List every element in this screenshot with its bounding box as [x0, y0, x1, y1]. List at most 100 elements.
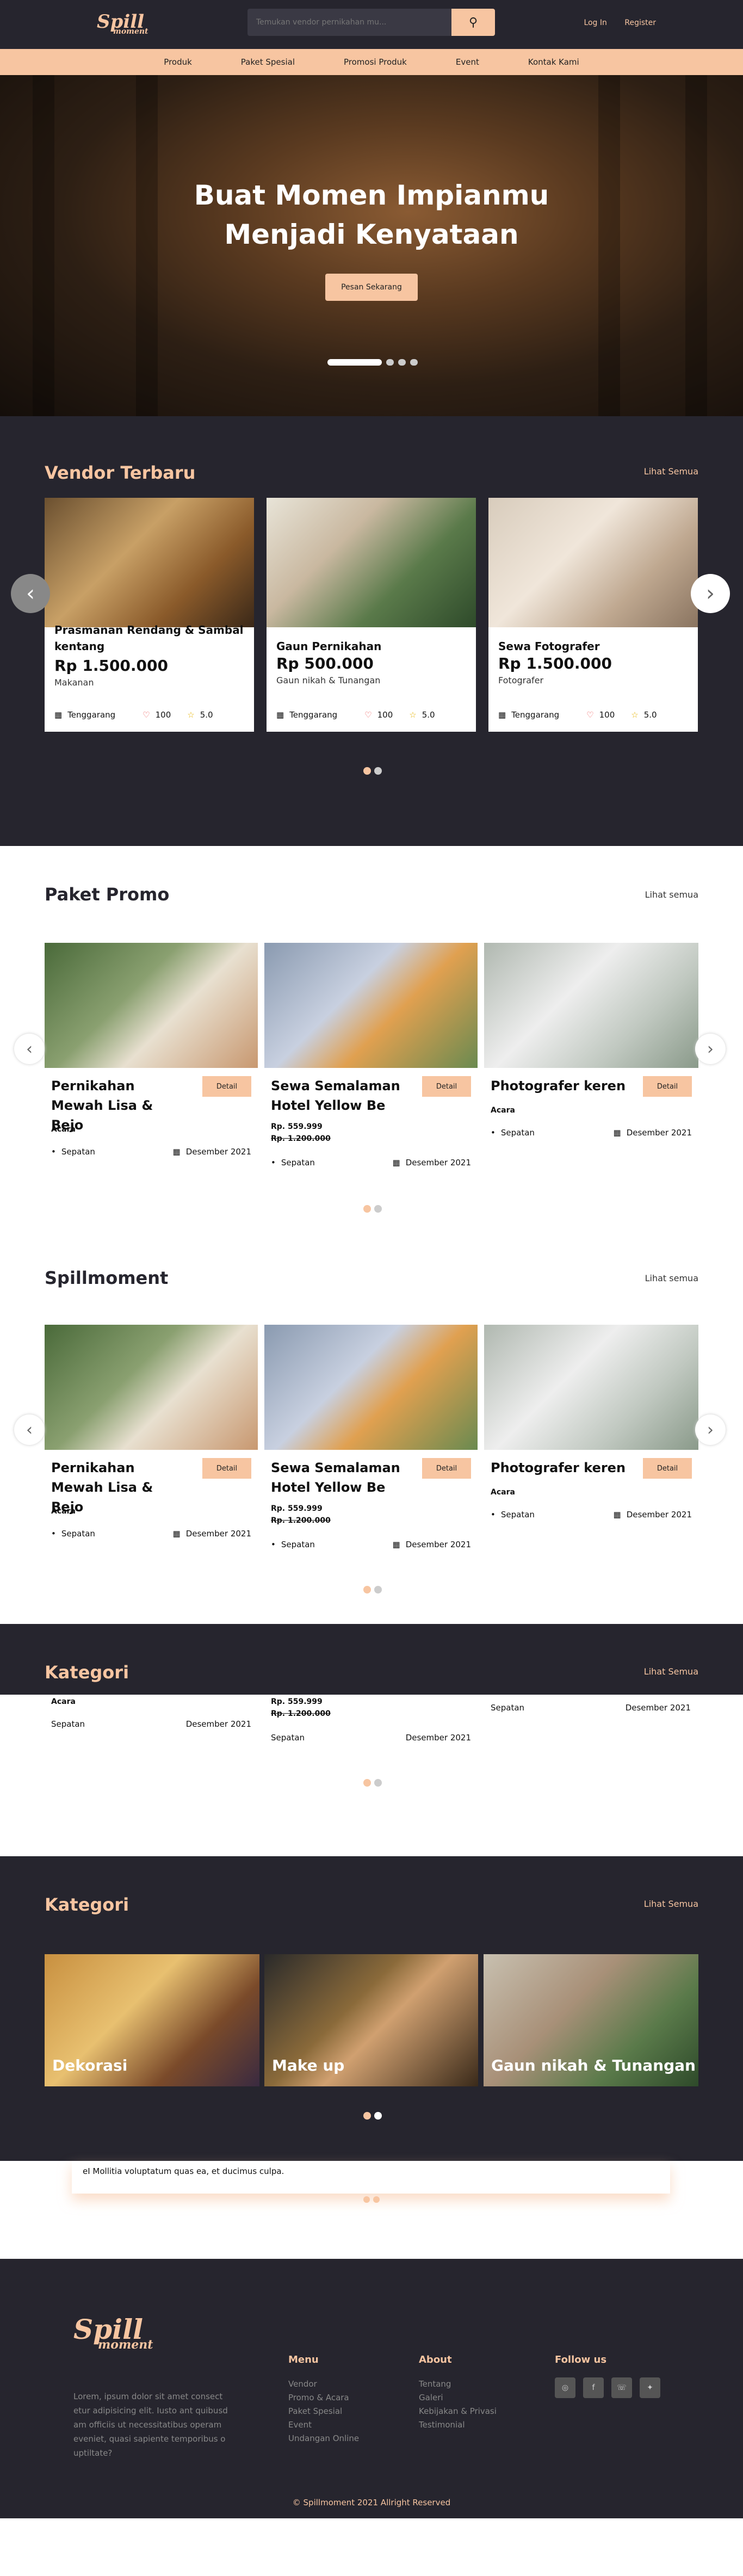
hero-carousel-dots — [327, 359, 418, 366]
carousel-dot[interactable] — [327, 359, 382, 366]
section-title: Paket Promo — [45, 884, 170, 905]
footer-link[interactable]: Promo & Acara — [288, 2391, 359, 2405]
footer-logo[interactable]: Spill moment — [73, 2313, 153, 2352]
vendor-section: Vendor Terbaru Lihat Semua Prasmanan Ren… — [0, 416, 743, 846]
carousel-dot[interactable] — [363, 2196, 370, 2203]
prev-arrow-button[interactable]: ‹ — [11, 574, 50, 613]
footer-link[interactable]: Undangan Online — [288, 2432, 359, 2445]
category-card-make-up[interactable]: Make up — [264, 1954, 478, 2086]
footer-link[interactable]: Tentang — [419, 2377, 497, 2391]
footer-link[interactable]: Event — [288, 2418, 359, 2432]
carousel-dot[interactable] — [374, 1586, 382, 1593]
see-all-link[interactable]: Lihat Semua — [644, 466, 698, 477]
next-arrow-button[interactable]: › — [695, 1414, 726, 1445]
detail-button[interactable]: Detail — [643, 1076, 692, 1097]
order-now-button[interactable]: Pesan Sekarang — [325, 274, 418, 301]
heart-icon[interactable]: ♡ — [586, 710, 593, 720]
calendar-icon: ▦ — [172, 1147, 181, 1157]
search-input[interactable] — [247, 9, 451, 36]
detail-button[interactable]: Detail — [422, 1076, 471, 1097]
nav-promosi-produk[interactable]: Promosi Produk — [344, 57, 407, 67]
vendor-card[interactable]: Sewa Fotografer Rp 1.500.000 Fotografer … — [488, 498, 698, 732]
promo-image — [264, 1325, 478, 1450]
logo-subtext: moment — [113, 27, 148, 36]
next-arrow-button[interactable]: › — [695, 1034, 726, 1064]
carousel-dots — [363, 1586, 382, 1593]
promo-card[interactable]: Photografer keren Detail Acara • Sepatan … — [484, 943, 698, 1138]
carousel-dots — [363, 2112, 382, 2120]
twitter-icon[interactable]: ✦ — [640, 2377, 660, 2398]
next-arrow-button[interactable]: › — [691, 574, 730, 613]
star-icon: ☆ — [409, 710, 417, 720]
building-icon: ▦ — [54, 710, 63, 720]
carousel-dot[interactable] — [363, 1205, 371, 1213]
login-link[interactable]: Log In — [584, 18, 606, 27]
location-icon: • — [271, 1158, 276, 1167]
footer-link[interactable]: Kebijakan & Privasi — [419, 2405, 497, 2418]
promo-card[interactable]: Sewa Semalaman Hotel Yellow Be Detail Rp… — [264, 943, 478, 1167]
heart-icon[interactable]: ♡ — [143, 710, 150, 720]
detail-button[interactable]: Detail — [643, 1458, 692, 1479]
carousel-dot[interactable] — [373, 2196, 380, 2203]
vendor-image — [45, 498, 254, 627]
nav-kontak-kami[interactable]: Kontak Kami — [528, 57, 579, 67]
detail-button[interactable]: Detail — [202, 1076, 251, 1097]
copyright: © Spillmoment 2021 Allright Reserved — [292, 2498, 451, 2507]
category-card-dekorasi[interactable]: Dekorasi — [45, 1954, 259, 2086]
carousel-dot[interactable] — [363, 2112, 371, 2120]
calendar-icon: ▦ — [613, 1128, 621, 1138]
facebook-icon[interactable]: f — [583, 2377, 604, 2398]
spillmoment-section: Spillmoment Lihat semua Pernikahan Mewah… — [0, 1262, 743, 1624]
whatsapp-icon[interactable]: ☏ — [611, 2377, 632, 2398]
see-all-link[interactable]: Lihat semua — [645, 1273, 698, 1283]
promo-card[interactable]: Pernikahan Mewah Lisa & Bejo Detail Acar… — [45, 943, 258, 1157]
promo-card[interactable]: Sewa Semalaman Hotel Yellow Be Detail Rp… — [264, 1325, 478, 1549]
nav-paket-spesial[interactable]: Paket Spesial — [241, 57, 295, 67]
search-button[interactable]: ⚲ — [451, 9, 495, 36]
carousel-dot[interactable] — [374, 767, 382, 775]
promo-card[interactable]: Photografer keren Detail Acara • Sepatan … — [484, 1325, 698, 1519]
carousel-dot[interactable] — [363, 1779, 371, 1787]
chevron-left-icon: ‹ — [26, 1420, 33, 1440]
footer-link[interactable]: Testimonial — [419, 2418, 497, 2432]
category-card-gaun-nikah[interactable]: Gaun nikah & Tunangan — [484, 1954, 698, 2086]
promo-image — [484, 1325, 698, 1450]
see-all-link[interactable]: Lihat Semua — [644, 1899, 698, 1909]
instagram-icon[interactable]: ◎ — [555, 2377, 575, 2398]
testimonial-section: eI Mollitia voluptatum quas ea, et ducim… — [0, 2161, 743, 2259]
detail-button[interactable]: Detail — [202, 1458, 251, 1479]
kategori-header-band: Kategori Lihat Semua — [0, 1624, 743, 1695]
footer-link[interactable]: Paket Spesial — [288, 2405, 359, 2418]
kategori-section: Kategori Lihat Semua Dekorasi Make up Ga… — [0, 1856, 743, 2161]
heart-icon[interactable]: ♡ — [364, 710, 371, 720]
carousel-dot[interactable] — [410, 359, 418, 366]
carousel-dot[interactable] — [374, 1779, 382, 1787]
building-icon: ▦ — [498, 710, 506, 720]
carousel-dot[interactable] — [363, 1586, 371, 1593]
logo[interactable]: Spill moment — [97, 11, 148, 36]
carousel-dot[interactable] — [363, 767, 371, 775]
footer-follow: Follow us ◎ f ☏ ✦ — [555, 2354, 660, 2398]
prev-arrow-button[interactable]: ‹ — [14, 1034, 45, 1064]
vendor-card[interactable]: Gaun Pernikahan Rp 500.000 Gaun nikah & … — [267, 498, 476, 732]
prev-arrow-button[interactable]: ‹ — [14, 1414, 45, 1445]
see-all-link[interactable]: Lihat semua — [645, 889, 698, 900]
see-all-link[interactable]: Lihat Semua — [644, 1666, 698, 1677]
carousel-dot[interactable] — [386, 359, 394, 366]
location-icon: • — [491, 1128, 496, 1138]
vendor-card[interactable]: Prasmanan Rendang & Sambal kentang Rp 1.… — [45, 498, 254, 732]
footer-link[interactable]: Vendor — [288, 2377, 359, 2391]
register-link[interactable]: Register — [624, 18, 656, 27]
testimonial-card: eI Mollitia voluptatum quas ea, et ducim… — [72, 2161, 670, 2194]
calendar-icon: ▦ — [392, 1158, 400, 1167]
nav-event[interactable]: Event — [456, 57, 479, 67]
section-title: Vendor Terbaru — [45, 462, 196, 483]
detail-button[interactable]: Detail — [422, 1458, 471, 1479]
carousel-dot[interactable] — [374, 1205, 382, 1213]
nav-produk[interactable]: Produk — [164, 57, 192, 67]
footer-link[interactable]: Galeri — [419, 2391, 497, 2405]
carousel-dot[interactable] — [374, 2112, 382, 2120]
carousel-dot[interactable] — [398, 359, 406, 366]
promo-card[interactable]: Pernikahan Mewah Lisa & Bejo Detail Acar… — [45, 1325, 258, 1539]
carousel-dots — [363, 1779, 382, 1787]
